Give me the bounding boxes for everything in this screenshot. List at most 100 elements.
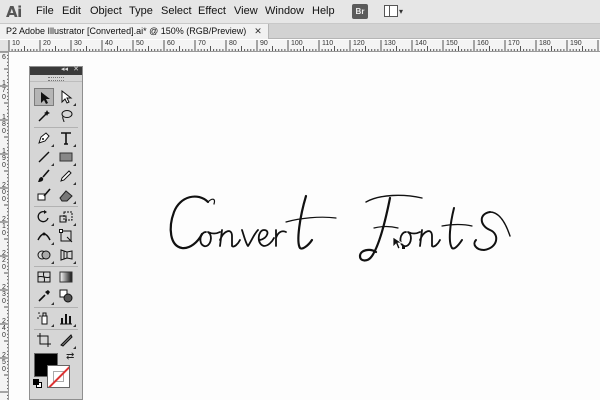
scale-tool[interactable] xyxy=(56,208,76,226)
ruler-h-label: 70 xyxy=(198,40,206,47)
ruler-v-label: 1 8 0 xyxy=(2,114,6,135)
blend-icon xyxy=(59,289,73,303)
lasso-icon xyxy=(61,110,73,123)
document-tab-title: P2 Adobe Illustrator [Converted].ai* @ 1… xyxy=(6,26,247,36)
line-icon xyxy=(38,151,50,163)
menu-select[interactable]: Select xyxy=(161,5,192,17)
artboard-tool[interactable] xyxy=(34,331,54,349)
chevron-down-icon: ▾ xyxy=(399,7,404,16)
magic-wand-tool[interactable] xyxy=(34,107,54,125)
ruler-h-label: 80 xyxy=(229,40,237,47)
paintbrush-tool[interactable] xyxy=(34,167,54,185)
symbol-sprayer-tool[interactable] xyxy=(34,309,54,327)
horizontal-ruler[interactable]: 10 20 30 40 50 60 70 80 90 100 110 120 1… xyxy=(9,40,600,52)
gradient-icon xyxy=(59,271,73,283)
menu-object[interactable]: Object xyxy=(90,5,122,17)
magic-wand-icon xyxy=(38,110,50,122)
type-icon xyxy=(61,132,71,145)
menu-edit[interactable]: Edit xyxy=(62,5,81,17)
ruler-h-label: 10 xyxy=(12,40,20,47)
vertical-ruler[interactable]: 6 1 7 0 1 8 0 1 9 0 2 0 0 2 1 0 2 2 0 2 … xyxy=(0,52,9,400)
swap-fill-stroke-icon[interactable]: ⇄ xyxy=(66,351,74,362)
ruler-v-label: 1 7 0 xyxy=(2,80,6,101)
ruler-v-label: 2 1 0 xyxy=(2,216,6,237)
ruler-v-label: 2 0 0 xyxy=(2,182,6,203)
rotate-tool[interactable] xyxy=(34,208,54,226)
lasso-tool[interactable] xyxy=(56,107,76,125)
selection-icon xyxy=(41,92,50,104)
menu-view[interactable]: View xyxy=(234,5,258,17)
mesh-tool[interactable] xyxy=(34,268,54,286)
tools-panel-header[interactable]: ◂◂ ✕ xyxy=(30,65,82,75)
ruler-h-label: 90 xyxy=(260,40,268,47)
gradient-tool[interactable] xyxy=(56,268,76,286)
line-tool[interactable] xyxy=(34,148,54,166)
direct-selection-icon xyxy=(61,89,73,104)
pencil-icon xyxy=(60,170,72,182)
close-icon[interactable]: ✕ xyxy=(73,65,79,73)
blob-brush-tool[interactable] xyxy=(34,186,54,204)
bridge-button[interactable]: Br xyxy=(352,4,368,19)
pen-tool[interactable] xyxy=(34,129,54,147)
ruler-h-label: 180 xyxy=(539,40,551,47)
close-icon[interactable]: ✕ xyxy=(254,26,262,36)
menu-effect[interactable]: Effect xyxy=(198,5,226,17)
mesh-icon xyxy=(37,271,51,283)
ruler-h-label: 60 xyxy=(167,40,175,47)
scale-icon xyxy=(59,211,73,223)
shape-builder-tool[interactable] xyxy=(34,246,54,264)
default-fill-stroke-icon[interactable] xyxy=(33,379,43,389)
ruler-v-label: 6 xyxy=(2,54,6,61)
document-tab-strip: P2 Adobe Illustrator [Converted].ai* @ 1… xyxy=(0,24,600,39)
rectangle-tool[interactable] xyxy=(56,148,76,166)
ruler-v-label: 2 2 0 xyxy=(2,250,6,271)
menu-help[interactable]: Help xyxy=(312,5,335,17)
eraser-tool[interactable] xyxy=(56,186,76,204)
collapse-icon[interactable]: ◂◂ xyxy=(61,65,68,73)
ruler-h-label: 140 xyxy=(415,40,427,47)
ruler-v-label: 2 4 0 xyxy=(2,318,6,339)
ruler-h-label: 20 xyxy=(43,40,51,47)
direct-selection-cursor-icon xyxy=(392,236,405,250)
document-tab[interactable]: P2 Adobe Illustrator [Converted].ai* @ 1… xyxy=(0,24,269,39)
menu-type[interactable]: Type xyxy=(129,5,153,17)
ruler-h-label: 150 xyxy=(446,40,458,47)
width-tool[interactable] xyxy=(34,227,54,245)
ruler-h-label: 110 xyxy=(322,40,334,47)
type-tool[interactable] xyxy=(56,129,76,147)
slice-tool[interactable] xyxy=(56,331,76,349)
ruler-v-label: 2 5 0 xyxy=(2,352,6,373)
ruler-v-label: 1 9 0 xyxy=(2,148,6,169)
eyedropper-icon xyxy=(38,290,50,302)
symbol-sprayer-icon xyxy=(37,312,48,325)
slice-icon xyxy=(60,334,73,347)
eraser-icon xyxy=(59,190,73,202)
blend-tool[interactable] xyxy=(56,287,76,305)
stroke-color-swatch[interactable] xyxy=(47,365,70,388)
ruler-h-label: 130 xyxy=(384,40,396,47)
menu-file[interactable]: File xyxy=(36,5,54,17)
pencil-tool[interactable] xyxy=(56,167,76,185)
tools-panel-grip[interactable] xyxy=(30,75,82,82)
free-transform-icon xyxy=(59,229,73,243)
perspective-grid-tool[interactable] xyxy=(56,246,76,264)
app-logo: Ai xyxy=(6,3,22,21)
arrange-documents-icon xyxy=(384,5,398,17)
rectangle-icon xyxy=(59,152,73,162)
rotate-icon xyxy=(37,210,49,223)
ruler-h-label: 100 xyxy=(291,40,303,47)
pen-icon xyxy=(38,132,50,144)
menu-window[interactable]: Window xyxy=(265,5,304,17)
menu-bar: Ai File Edit Object Type Select Effect V… xyxy=(0,0,600,24)
ruler-origin[interactable] xyxy=(0,40,9,52)
arrange-documents-button[interactable]: ▾ xyxy=(384,4,406,20)
column-graph-tool[interactable] xyxy=(56,309,76,327)
convert-fonts-artwork[interactable] xyxy=(160,188,530,278)
selection-tool[interactable] xyxy=(34,88,54,106)
eyedropper-tool[interactable] xyxy=(34,287,54,305)
free-transform-tool[interactable] xyxy=(56,227,76,245)
direct-selection-tool[interactable] xyxy=(56,88,76,106)
ruler-v-label: 2 3 0 xyxy=(2,284,6,305)
artboard-icon xyxy=(37,333,51,347)
blob-brush-icon xyxy=(37,188,51,201)
